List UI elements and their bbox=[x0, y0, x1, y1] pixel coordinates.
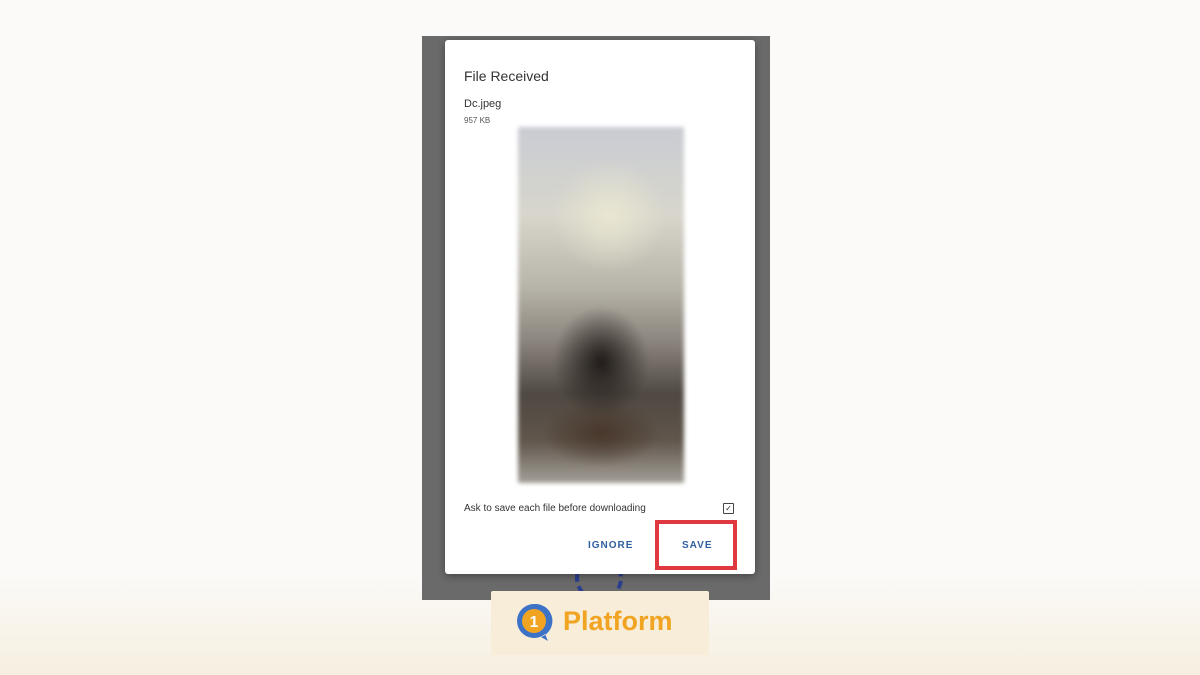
file-received-dialog: File Received Dc.jpeg 957 KB Ask to save… bbox=[445, 40, 755, 574]
image-preview bbox=[518, 127, 684, 483]
ask-before-download-label: Ask to save each file before downloading bbox=[464, 503, 646, 514]
file-name: Dc.jpeg bbox=[464, 98, 502, 110]
platform-logo-icon: 1 bbox=[517, 603, 553, 641]
file-size: 957 KB bbox=[464, 116, 491, 125]
ignore-button[interactable]: IGNORE bbox=[588, 540, 633, 551]
save-highlight-box bbox=[655, 520, 737, 570]
ask-before-download-checkbox[interactable]: ✓ bbox=[723, 503, 734, 514]
phone-screen: File Received Dc.jpeg 957 KB Ask to save… bbox=[422, 36, 770, 600]
brand-name: Platform bbox=[563, 606, 673, 636]
logo-digit: 1 bbox=[530, 614, 539, 631]
brand-watermark: 1 Platform bbox=[491, 591, 709, 655]
ask-before-download-row[interactable]: Ask to save each file before downloading… bbox=[464, 501, 740, 517]
dialog-title: File Received bbox=[464, 68, 549, 84]
